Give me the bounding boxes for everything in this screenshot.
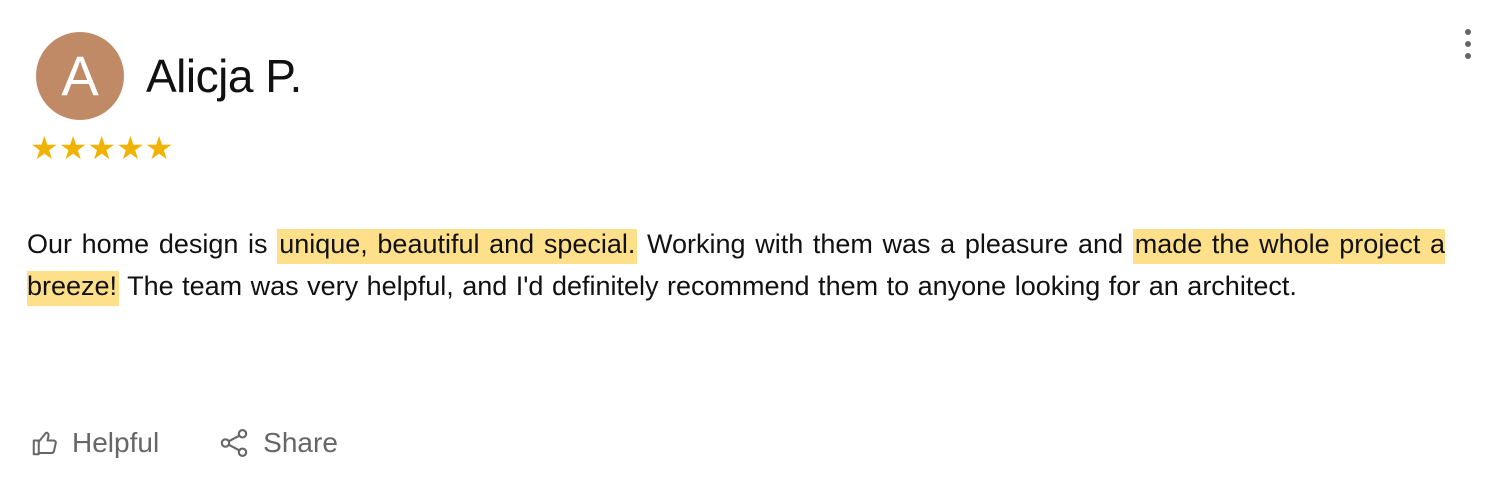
review-segment: The team was very helpful, and I'd defin…	[119, 271, 1297, 301]
star-rating-glyphs: ★★★★★	[30, 129, 174, 167]
avatar-letter: A	[61, 44, 99, 107]
more-vertical-icon	[1465, 29, 1471, 35]
review-highlight: unique, beautiful and special.	[277, 229, 638, 264]
review-segment: Our home design is	[27, 229, 278, 259]
review-card: A Alicja P. ★★★★★ Our home design is uni…	[0, 0, 1500, 500]
review-segment: Working with them was a pleasure and	[637, 229, 1133, 259]
thumbs-up-icon	[30, 428, 60, 458]
more-vertical-icon	[1465, 53, 1471, 59]
reviewer-header: A Alicja P.	[36, 32, 302, 120]
helpful-label: Helpful	[72, 427, 160, 458]
more-options-button[interactable]	[1456, 24, 1480, 64]
share-icon	[217, 426, 251, 460]
review-actions: Helpful Share	[30, 426, 338, 460]
helpful-button[interactable]: Helpful	[30, 427, 159, 459]
review-text: Our home design is unique, beautiful and…	[27, 223, 1445, 307]
share-button[interactable]: Share	[217, 426, 338, 460]
share-label: Share	[263, 427, 338, 458]
more-vertical-icon	[1465, 41, 1471, 47]
star-rating: ★★★★★	[30, 132, 173, 164]
reviewer-name: Alicja P.	[146, 50, 302, 102]
avatar: A	[36, 32, 124, 120]
